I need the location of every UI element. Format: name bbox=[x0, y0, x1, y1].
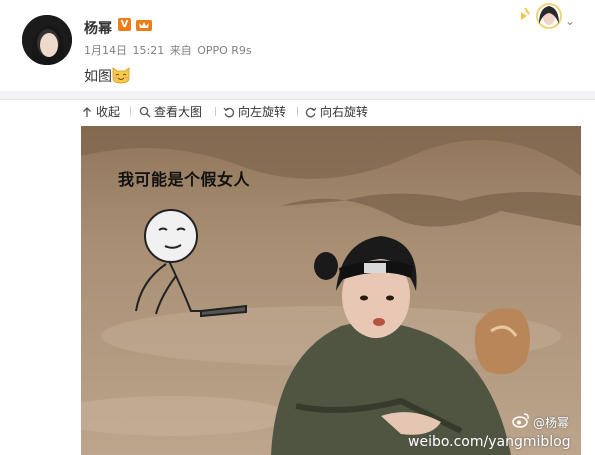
arrow-up-icon bbox=[83, 106, 91, 117]
section-divider bbox=[0, 91, 595, 99]
post-meta: 1月14日 15:21 来自 OPPO R9s bbox=[84, 42, 254, 58]
watermark-url: weibo.com/yangmiblog bbox=[408, 434, 571, 450]
search-icon bbox=[139, 106, 151, 117]
post-text: 如图 bbox=[84, 69, 112, 85]
view-large-button[interactable]: 查看大图 bbox=[139, 103, 202, 120]
view-large-label: 查看大图 bbox=[154, 105, 203, 119]
rotate-right-label: 向右旋转 bbox=[320, 105, 369, 119]
post-time[interactable]: 15:21 bbox=[133, 44, 165, 57]
chevron-down-icon[interactable]: ⌄ bbox=[565, 14, 575, 28]
cat-smile-emoji-icon bbox=[112, 67, 130, 84]
rotate-left-label: 向左旋转 bbox=[238, 105, 287, 119]
toolbar-separator bbox=[215, 107, 216, 116]
rotate-left-button[interactable]: 向左旋转 bbox=[223, 103, 286, 120]
verified-badge-icon: V bbox=[118, 18, 131, 31]
username[interactable]: 杨幂 bbox=[84, 18, 112, 38]
toolbar-separator bbox=[297, 107, 298, 116]
via-label: 来自 bbox=[169, 44, 192, 57]
collapse-label: 收起 bbox=[96, 105, 121, 119]
rotate-right-icon bbox=[305, 107, 317, 117]
device-name: OPPO R9s bbox=[197, 44, 252, 57]
toolbar-separator bbox=[130, 107, 131, 116]
image-toolbar: 收起 查看大图 向左旋转 向右旋转 bbox=[0, 100, 595, 122]
rotate-left-icon bbox=[223, 107, 235, 117]
post-header: 杨幂 V 1月14日 15:21 来自 OPPO R9s 如图 ⌄ bbox=[0, 0, 595, 90]
avatar[interactable] bbox=[22, 15, 72, 65]
watermark-handle: @杨幂 bbox=[533, 416, 570, 430]
weibo-logo-icon bbox=[512, 413, 529, 428]
rotate-right-button[interactable]: 向右旋转 bbox=[305, 103, 368, 120]
post-date[interactable]: 1月14日 bbox=[84, 44, 127, 57]
meme-caption: 我可能是个假女人 bbox=[118, 170, 251, 189]
collapse-button[interactable]: 收起 bbox=[81, 103, 120, 120]
vip-crown-icon bbox=[136, 20, 152, 31]
